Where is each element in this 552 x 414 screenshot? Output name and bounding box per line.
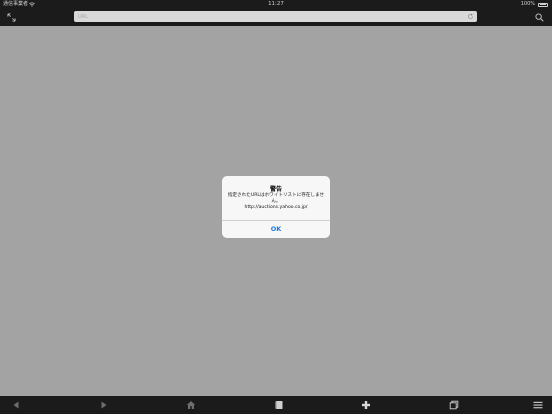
- battery-icon: [538, 2, 548, 7]
- forward-icon: [101, 401, 107, 409]
- back-icon: [13, 401, 19, 409]
- alert-dialog: 警告 指定されたURLはホワイトリストに存在しません。 http://aucti…: [222, 176, 330, 238]
- forward-button[interactable]: [92, 396, 116, 414]
- url-input[interactable]: [78, 11, 458, 22]
- home-icon: [186, 401, 196, 409]
- back-button[interactable]: [4, 396, 28, 414]
- bookmarks-button[interactable]: [267, 396, 291, 414]
- search-icon[interactable]: [535, 13, 544, 22]
- status-time: 11:27: [268, 1, 284, 7]
- add-icon: [362, 401, 370, 409]
- menu-icon: [533, 401, 543, 409]
- url-field[interactable]: [74, 11, 477, 22]
- add-button[interactable]: [354, 396, 378, 414]
- menu-button[interactable]: [526, 396, 550, 414]
- alert-title: 警告: [269, 186, 282, 193]
- tabs-button[interactable]: [442, 396, 466, 414]
- status-bar: 通信事業者 11:27 100%: [0, 0, 552, 9]
- battery-percentage: 100%: [520, 1, 535, 7]
- reload-icon[interactable]: [467, 13, 474, 20]
- expand-icon[interactable]: [7, 13, 16, 22]
- alert-message: 指定されたURLはホワイトリストに存在しません。 http://auctions…: [227, 193, 325, 210]
- navigation-bar: [0, 9, 552, 26]
- home-button[interactable]: [179, 396, 203, 414]
- bottom-toolbar: [0, 396, 552, 414]
- tabs-icon: [449, 400, 459, 410]
- ok-button[interactable]: OK: [222, 221, 330, 238]
- bookmarks-icon: [275, 401, 283, 409]
